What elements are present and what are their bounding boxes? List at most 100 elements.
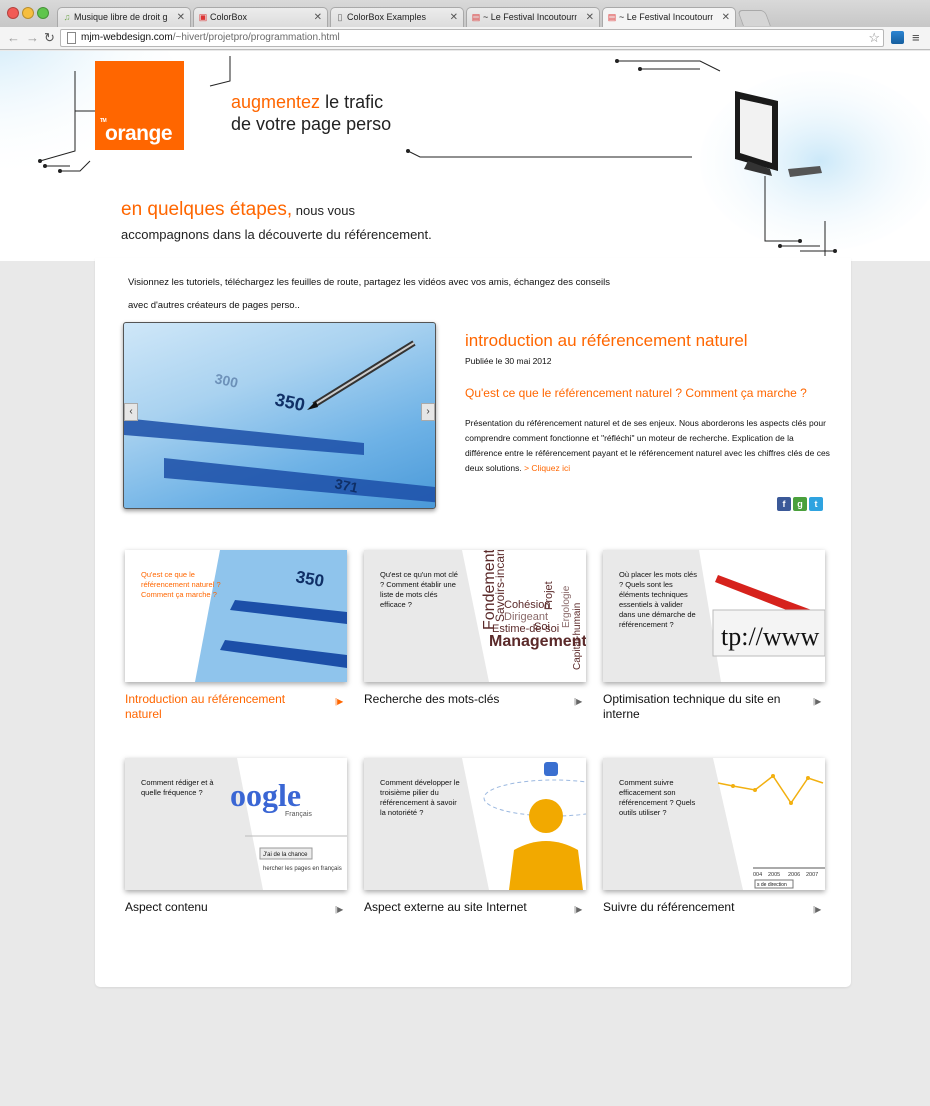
intro-line2: accompagnons dans la découverte du référ… bbox=[121, 227, 432, 242]
slider-prev-button[interactable]: ‹ bbox=[124, 403, 138, 421]
browser-tab-strip: ♫ Musique libre de droit gratu ✕ ▣ Color… bbox=[0, 0, 930, 27]
close-window-button[interactable] bbox=[7, 7, 19, 19]
card-title[interactable]: Recherche des mots-clés bbox=[364, 692, 554, 707]
festival-icon: ▤ bbox=[607, 12, 617, 22]
card-question: Qu'est ce que le référencement naturel ?… bbox=[141, 570, 221, 599]
intro-line1: nous vous bbox=[292, 203, 356, 218]
card-question: Comment développer le troisième pilier d… bbox=[380, 778, 460, 817]
close-icon[interactable]: ✕ bbox=[586, 8, 594, 27]
logo-trademark: TM bbox=[100, 118, 107, 124]
card-question: Qu'est ce qu'un mot clé ? Comment établi… bbox=[380, 570, 458, 609]
slider-next-button[interactable]: › bbox=[421, 403, 435, 421]
card-contenu[interactable]: oogle Français J'ai de la chance hercher… bbox=[125, 758, 347, 914]
reload-icon[interactable]: ↻ bbox=[44, 29, 55, 47]
svg-text:J'ai de la chance: J'ai de la chance bbox=[263, 852, 308, 858]
back-icon[interactable]: ← bbox=[7, 29, 20, 47]
arrow-icon[interactable]: |▶ bbox=[335, 697, 343, 706]
close-icon[interactable]: ✕ bbox=[450, 8, 458, 27]
address-bar[interactable]: mjm-webdesign.com/~hivert/projetpro/prog… bbox=[60, 29, 884, 47]
card-image[interactable]: 004 2005 2006 2007 s de direction Commen… bbox=[603, 758, 825, 890]
arrow-icon[interactable]: |▶ bbox=[574, 905, 582, 914]
card-title[interactable]: Aspect externe au site Internet bbox=[364, 900, 554, 915]
card-title[interactable]: Optimisation technique du site en intern… bbox=[603, 692, 793, 722]
browser-tab-active[interactable]: ▤ ~ Le Festival Incoutournable ✕ bbox=[602, 7, 736, 27]
card-image[interactable]: 350 Qu'est ce que le référencement natur… bbox=[125, 550, 347, 682]
card-introduction[interactable]: 350 Qu'est ce que le référencement natur… bbox=[125, 550, 347, 721]
card-question: Comment suivre efficacement son référenc… bbox=[619, 778, 696, 817]
close-icon[interactable]: ✕ bbox=[722, 8, 730, 27]
arrow-icon[interactable]: |▶ bbox=[335, 905, 343, 914]
bookmark-star-icon[interactable]: ☆ bbox=[868, 30, 880, 46]
card-keywords[interactable]: Fondement Savoirs-incarné Cohésion Dirig… bbox=[364, 550, 586, 706]
orange-logo[interactable]: orange TM bbox=[95, 61, 184, 150]
feature-subtitle: Qu'est ce que le référencement naturel ?… bbox=[465, 386, 807, 400]
festival-icon: ▤ bbox=[471, 12, 481, 22]
new-tab-button[interactable] bbox=[737, 10, 771, 26]
page-icon bbox=[67, 32, 76, 44]
google-icon[interactable]: g bbox=[793, 497, 807, 511]
svg-text:oogle: oogle bbox=[230, 777, 301, 813]
read-more-link[interactable]: > Cliquez ici bbox=[524, 463, 570, 473]
web-page: orange TM augmentez le trafic de votre pa… bbox=[0, 51, 930, 1106]
url-domain: mjm-webdesign.com bbox=[81, 32, 173, 43]
browser-toolbar: ← → ↻ mjm-webdesign.com/~hivert/projetpr… bbox=[0, 27, 930, 50]
tagline-line1: le trafic bbox=[320, 92, 384, 112]
browser-tab[interactable]: ▯ ColorBox Examples ✕ bbox=[330, 7, 464, 27]
facebook-icon[interactable]: f bbox=[777, 497, 791, 511]
menu-icon[interactable]: ≡ bbox=[912, 30, 920, 45]
tagline-highlight: augmentez bbox=[231, 92, 321, 112]
page-icon: ▯ bbox=[337, 12, 343, 22]
arrow-icon[interactable]: |▶ bbox=[813, 905, 821, 914]
svg-text:s de direction: s de direction bbox=[757, 882, 787, 888]
svg-text:Soi: Soi bbox=[534, 621, 550, 633]
twitter-icon[interactable]: t bbox=[809, 497, 823, 511]
intro-banner: en quelques étapes, nous vous accompagno… bbox=[95, 184, 508, 258]
card-title[interactable]: Aspect contenu bbox=[125, 900, 315, 915]
svg-text:2007: 2007 bbox=[806, 872, 818, 878]
card-title[interactable]: Introduction au référencement naturel bbox=[125, 692, 315, 722]
svg-text:Ergologie: Ergologie bbox=[561, 585, 572, 628]
intro-highlight: en quelques étapes, bbox=[121, 199, 293, 220]
svg-text:Français: Français bbox=[285, 811, 312, 818]
colorbox-icon: ▣ bbox=[198, 12, 208, 22]
browser-tab[interactable]: ▤ ~ Le Festival Incoutournable ✕ bbox=[466, 7, 600, 27]
card-image[interactable]: oogle Français J'ai de la chance hercher… bbox=[125, 758, 347, 890]
url-path: /~hivert/projetpro/programmation.html bbox=[172, 32, 340, 43]
feature-title[interactable]: introduction au référencement naturel bbox=[465, 331, 830, 351]
arrow-icon[interactable]: |▶ bbox=[813, 697, 821, 706]
extension-icon[interactable] bbox=[891, 31, 904, 44]
lead-paragraph: Visionnez les tutoriels, téléchargez les… bbox=[128, 277, 610, 311]
slide-image: 350 371 300 bbox=[124, 340, 435, 503]
close-icon[interactable]: ✕ bbox=[314, 8, 322, 27]
zoom-window-button[interactable] bbox=[37, 7, 49, 19]
music-icon: ♫ bbox=[63, 12, 71, 22]
svg-text:tp://www: tp://www bbox=[721, 622, 819, 651]
card-question: Où placer les mots clés ? Quels sont les… bbox=[619, 570, 697, 629]
svg-text:2006: 2006 bbox=[788, 872, 800, 878]
card-suivi[interactable]: 004 2005 2006 2007 s de direction Commen… bbox=[603, 758, 825, 914]
svg-text:hercher les pages en français: hercher les pages en français bbox=[263, 866, 342, 872]
card-title[interactable]: Suivre du référencement bbox=[603, 900, 793, 915]
card-externe[interactable]: Comment développer le troisième pilier d… bbox=[364, 758, 586, 914]
arrow-icon[interactable]: |▶ bbox=[574, 697, 582, 706]
main-content: Visionnez les tutoriels, téléchargez les… bbox=[95, 258, 851, 987]
featured-slider[interactable]: 350 371 300 ‹ › bbox=[123, 322, 436, 509]
header-tagline: augmentez le trafic de votre page perso bbox=[231, 91, 391, 135]
tagline-line2: de votre page perso bbox=[231, 114, 392, 134]
forward-icon[interactable]: → bbox=[26, 29, 39, 47]
svg-text:Capital-humain: Capital-humain bbox=[572, 603, 583, 670]
card-image[interactable]: Fondement Savoirs-incarné Cohésion Dirig… bbox=[364, 550, 586, 682]
svg-text:004: 004 bbox=[753, 872, 762, 878]
svg-text:2005: 2005 bbox=[768, 872, 780, 878]
card-question: Comment rédiger et à quelle fréquence ? bbox=[141, 778, 214, 797]
card-optimisation[interactable]: tp://www Où placer les mots clés ? Quels… bbox=[603, 550, 825, 721]
minimize-window-button[interactable] bbox=[22, 7, 34, 19]
card-image[interactable]: Comment développer le troisième pilier d… bbox=[364, 758, 586, 890]
svg-text:350: 350 bbox=[273, 389, 307, 415]
browser-tab[interactable]: ♫ Musique libre de droit gratu ✕ bbox=[57, 7, 191, 27]
feature-description-text: Présentation du référencement naturel et… bbox=[465, 418, 830, 473]
card-image[interactable]: tp://www Où placer les mots clés ? Quels… bbox=[603, 550, 825, 682]
close-icon[interactable]: ✕ bbox=[177, 8, 185, 27]
browser-tab[interactable]: ▣ ColorBox ✕ bbox=[193, 7, 328, 27]
featured-article: introduction au référencement naturel Pu… bbox=[465, 331, 830, 476]
